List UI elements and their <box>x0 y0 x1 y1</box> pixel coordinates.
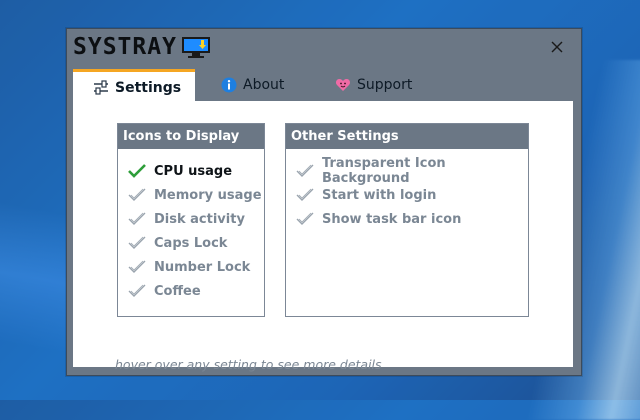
option-caps-lock[interactable]: Caps Lock <box>128 231 264 255</box>
option-transparent-icon-background[interactable]: Transparent Icon Background <box>296 156 528 186</box>
option-label: Show task bar icon <box>322 211 462 227</box>
close-icon <box>551 41 563 53</box>
monitor-download-icon <box>182 37 210 58</box>
tab-support-label: Support <box>357 77 413 93</box>
option-coffee[interactable]: Coffee <box>128 279 264 303</box>
hover-hint-text: hover over any setting to see more detai… <box>115 357 382 372</box>
tab-about[interactable]: About <box>221 69 284 101</box>
option-label: Coffee <box>154 283 201 299</box>
other-settings-panel: Other Settings Transparent Icon Backgrou… <box>285 123 529 317</box>
check-outline-icon <box>296 211 314 227</box>
close-button[interactable] <box>547 37 567 57</box>
option-label: Memory usage <box>154 187 262 203</box>
option-label: Number Lock <box>154 259 251 275</box>
tab-bar: Settings About Support <box>73 69 573 103</box>
app-title: SYSTRAY <box>73 34 177 60</box>
info-icon <box>221 77 237 93</box>
panel-title: Icons to Display <box>118 124 264 149</box>
option-label: Caps Lock <box>154 235 228 251</box>
check-outline-icon <box>128 259 146 275</box>
panel-title: Other Settings <box>286 124 528 149</box>
heart-icon <box>335 77 351 93</box>
option-memory-usage[interactable]: Memory usage <box>128 183 264 207</box>
check-outline-icon <box>128 283 146 299</box>
option-label: CPU usage <box>154 163 233 179</box>
tab-support[interactable]: Support <box>335 69 412 101</box>
title-bar[interactable]: SYSTRAY <box>67 29 581 67</box>
tab-about-label: About <box>243 77 285 93</box>
option-label: Transparent Icon Background <box>322 156 446 186</box>
option-disk-activity[interactable]: Disk activity <box>128 207 264 231</box>
tab-settings[interactable]: Settings <box>73 69 195 103</box>
check-outline-icon <box>128 211 146 227</box>
check-outline-icon <box>128 235 146 251</box>
tab-settings-label: Settings <box>115 79 182 96</box>
systray-window: SYSTRAY Settings About Support Icons to … <box>66 28 582 376</box>
check-outline-icon <box>296 163 314 179</box>
option-cpu-usage[interactable]: CPU usage <box>128 159 264 183</box>
icons-to-display-panel: Icons to Display CPU usage Memory usage <box>117 123 265 317</box>
sliders-icon <box>93 79 109 96</box>
check-outline-icon <box>128 187 146 203</box>
settings-content: Icons to Display CPU usage Memory usage <box>73 101 573 372</box>
option-show-task-bar-icon[interactable]: Show task bar icon <box>296 207 528 231</box>
option-number-lock[interactable]: Number Lock <box>128 255 264 279</box>
option-label: Disk activity <box>154 211 245 227</box>
option-label: Start with login <box>322 187 437 203</box>
check-outline-icon <box>296 187 314 203</box>
option-start-with-login[interactable]: Start with login <box>296 183 528 207</box>
check-icon <box>128 163 146 179</box>
